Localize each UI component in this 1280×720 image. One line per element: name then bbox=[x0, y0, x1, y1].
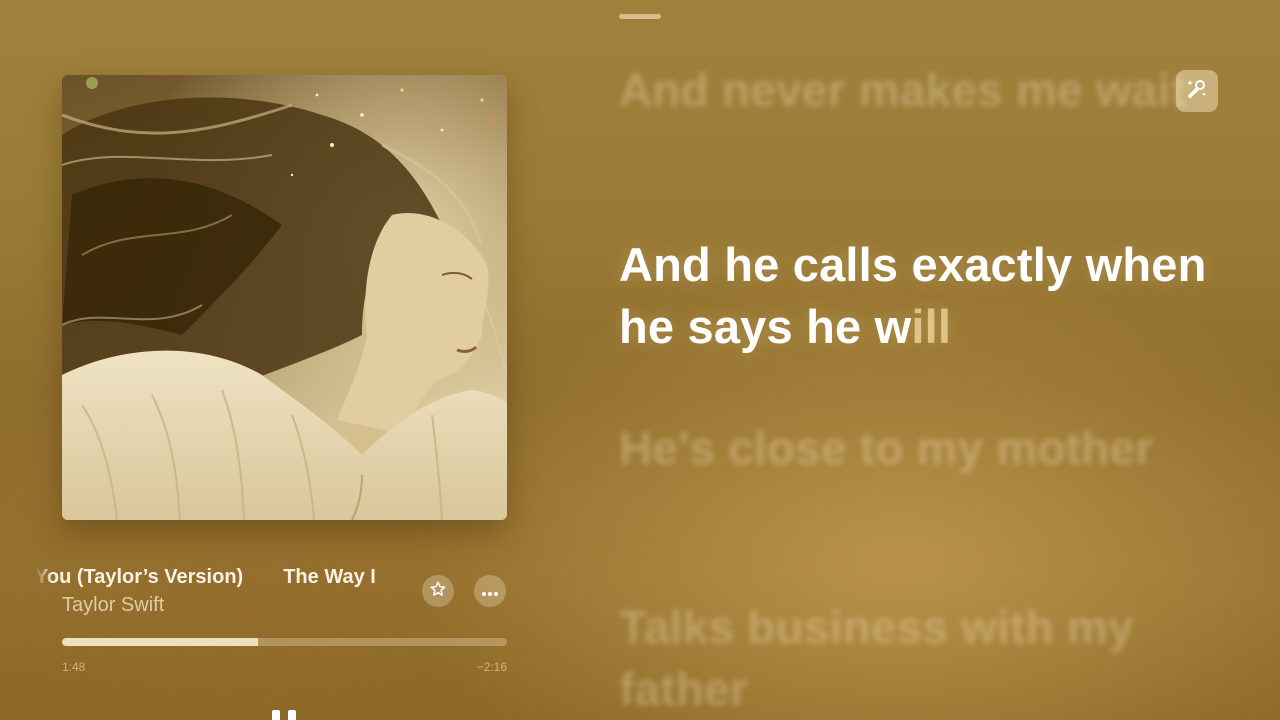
elapsed-time: 1:48 bbox=[62, 660, 86, 674]
lyric-line-next[interactable]: He's close to my mother bbox=[619, 417, 1219, 479]
pause-icon-bar bbox=[288, 710, 296, 720]
progress-fill bbox=[62, 638, 258, 646]
microphone-sparkle-icon bbox=[1185, 77, 1209, 105]
lyric-active-unsung: ill bbox=[911, 300, 952, 353]
favorite-button[interactable] bbox=[422, 575, 454, 607]
ellipsis-icon bbox=[481, 582, 499, 601]
track-title: You (Taylor’s Version) bbox=[35, 566, 244, 588]
lyrics-panel: And never makes me wait And he calls exa… bbox=[619, 0, 1239, 720]
track-title-repeat: The Way I bbox=[283, 566, 376, 588]
track-artist[interactable]: Taylor Swift bbox=[62, 594, 164, 617]
playback-progress-bar[interactable] bbox=[62, 638, 507, 646]
lyric-line-active[interactable]: And he calls exactly when he says he wil… bbox=[619, 234, 1219, 358]
star-icon bbox=[429, 580, 447, 602]
sing-along-button[interactable] bbox=[1176, 70, 1218, 112]
pause-button[interactable] bbox=[262, 710, 306, 720]
track-title-marquee[interactable]: You (Taylor’s Version) The Way I bbox=[35, 564, 410, 592]
more-options-button[interactable] bbox=[474, 575, 506, 607]
pause-icon bbox=[272, 710, 280, 720]
album-artwork bbox=[62, 75, 507, 520]
album-art-icon bbox=[62, 75, 507, 520]
remaining-time: −2:16 bbox=[476, 660, 507, 674]
lyric-line-next-2[interactable]: Talks business with my father bbox=[619, 596, 1219, 720]
lyric-line-previous[interactable]: And never makes me wait bbox=[619, 59, 1219, 121]
